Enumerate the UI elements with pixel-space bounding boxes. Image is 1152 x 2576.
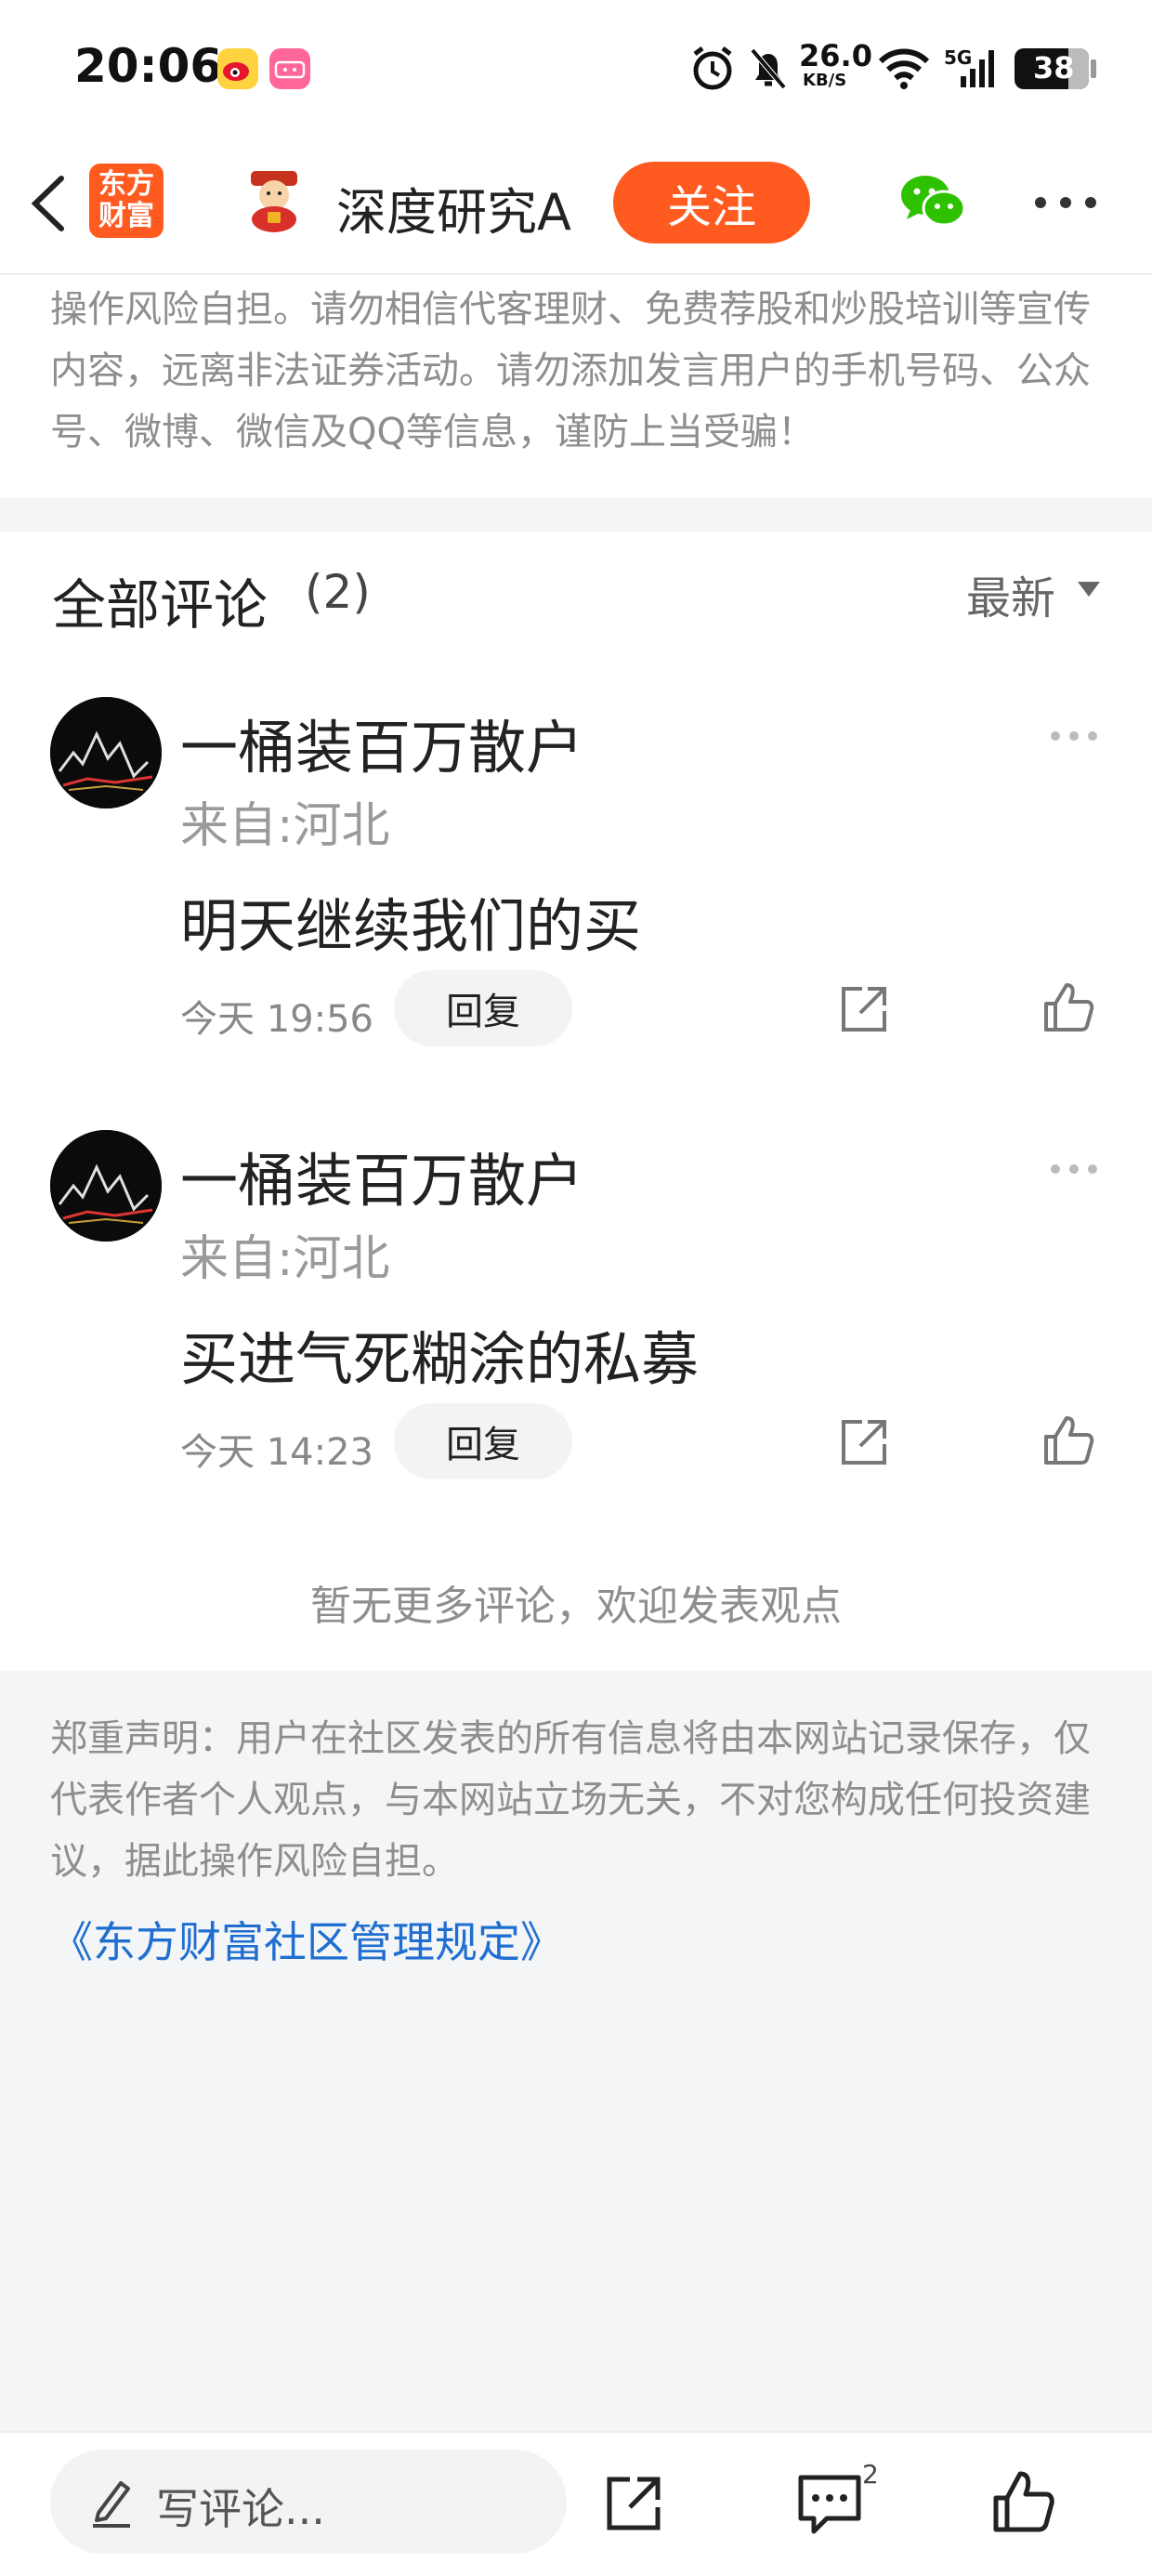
brand-logo[interactable]: 东方 财富 <box>89 164 164 238</box>
dropdown-triangle-icon <box>1078 582 1100 597</box>
pencil-icon <box>93 2481 130 2528</box>
share-icon[interactable] <box>602 2472 665 2535</box>
comment-bubble-icon[interactable] <box>795 2472 864 2537</box>
wechat-share-icon[interactable] <box>899 171 966 230</box>
brand-logo-line1: 东方 <box>98 168 154 201</box>
more-menu-icon[interactable] <box>1033 195 1098 210</box>
back-arrow-icon[interactable] <box>26 173 71 234</box>
no-more-comments-text: 暂无更多评论，欢迎发表观点 <box>310 1583 842 1630</box>
comment-text: 买进气死糊涂的私募 <box>180 1325 700 1393</box>
status-time: 20:06 <box>74 39 223 93</box>
commenter-location: 来自:河北 <box>180 1231 390 1287</box>
like-thumb-icon[interactable] <box>990 2468 1055 2535</box>
like-thumb-icon[interactable] <box>1041 1413 1096 1468</box>
comment-time: 今天 19:56 <box>180 998 373 1041</box>
comments-count: (2) <box>305 565 371 619</box>
risk-notice-text: 操作风险自担。请勿相信代客理财、免费荐股和炒股培训等宣传内容，远离非法证券活动。… <box>50 288 1091 453</box>
share-icon[interactable] <box>836 981 892 1037</box>
wifi-icon <box>878 48 930 89</box>
stock-chart-avatar-icon <box>50 1130 162 1242</box>
comment-text: 明天继续我们的买 <box>180 892 642 960</box>
sort-label: 最新 <box>966 572 1056 624</box>
reply-button[interactable]: 回复 <box>394 1403 572 1479</box>
net-speed-value: 26.0 <box>799 38 872 73</box>
comments-title: 全部评论 <box>52 573 268 637</box>
mute-bell-icon <box>750 48 787 89</box>
sort-dropdown[interactable]: 最新 <box>966 554 1115 628</box>
account-name[interactable]: 深度研究A <box>336 171 571 244</box>
net-speed-unit: KB/S <box>803 71 847 90</box>
comment-more-icon[interactable] <box>1048 727 1100 745</box>
comment-more-icon[interactable] <box>1048 1160 1100 1178</box>
reply-button[interactable]: 回复 <box>394 970 572 1046</box>
commenter-location: 来自:河北 <box>180 798 390 854</box>
commenter-name[interactable]: 一桶装百万散户 <box>180 1134 583 1217</box>
commenter-avatar[interactable] <box>50 697 162 808</box>
commenter-name[interactable]: 一桶装百万散户 <box>180 701 583 784</box>
stock-chart-avatar-icon <box>50 697 162 808</box>
signal-icon <box>961 50 994 87</box>
comment-count-badge: 2 <box>862 2459 879 2490</box>
community-rules-link[interactable]: 《东方财富社区管理规定》 <box>50 1909 563 1970</box>
like-thumb-icon[interactable] <box>1041 979 1096 1035</box>
brand-logo-line2: 财富 <box>98 200 154 232</box>
comment-input-placeholder: 写评论... <box>156 2484 325 2534</box>
share-icon[interactable] <box>836 1414 892 1470</box>
weibo-icon <box>217 48 258 89</box>
battery-tip <box>1091 59 1096 78</box>
legal-disclaimer: 郑重声明：用户在社区发表的所有信息将由本网站记录保存，仅代表作者个人观点，与本网… <box>50 1717 1091 1883</box>
top-nav-bar <box>0 139 1152 275</box>
commenter-avatar[interactable] <box>50 1130 162 1242</box>
battery-level: 38 <box>1033 50 1075 85</box>
alarm-icon <box>693 46 732 90</box>
comment-time: 今天 14:23 <box>180 1431 373 1474</box>
bilibili-icon <box>269 48 310 89</box>
fortune-god-avatar-icon[interactable] <box>243 167 305 232</box>
follow-button[interactable]: 关注 <box>613 162 810 243</box>
